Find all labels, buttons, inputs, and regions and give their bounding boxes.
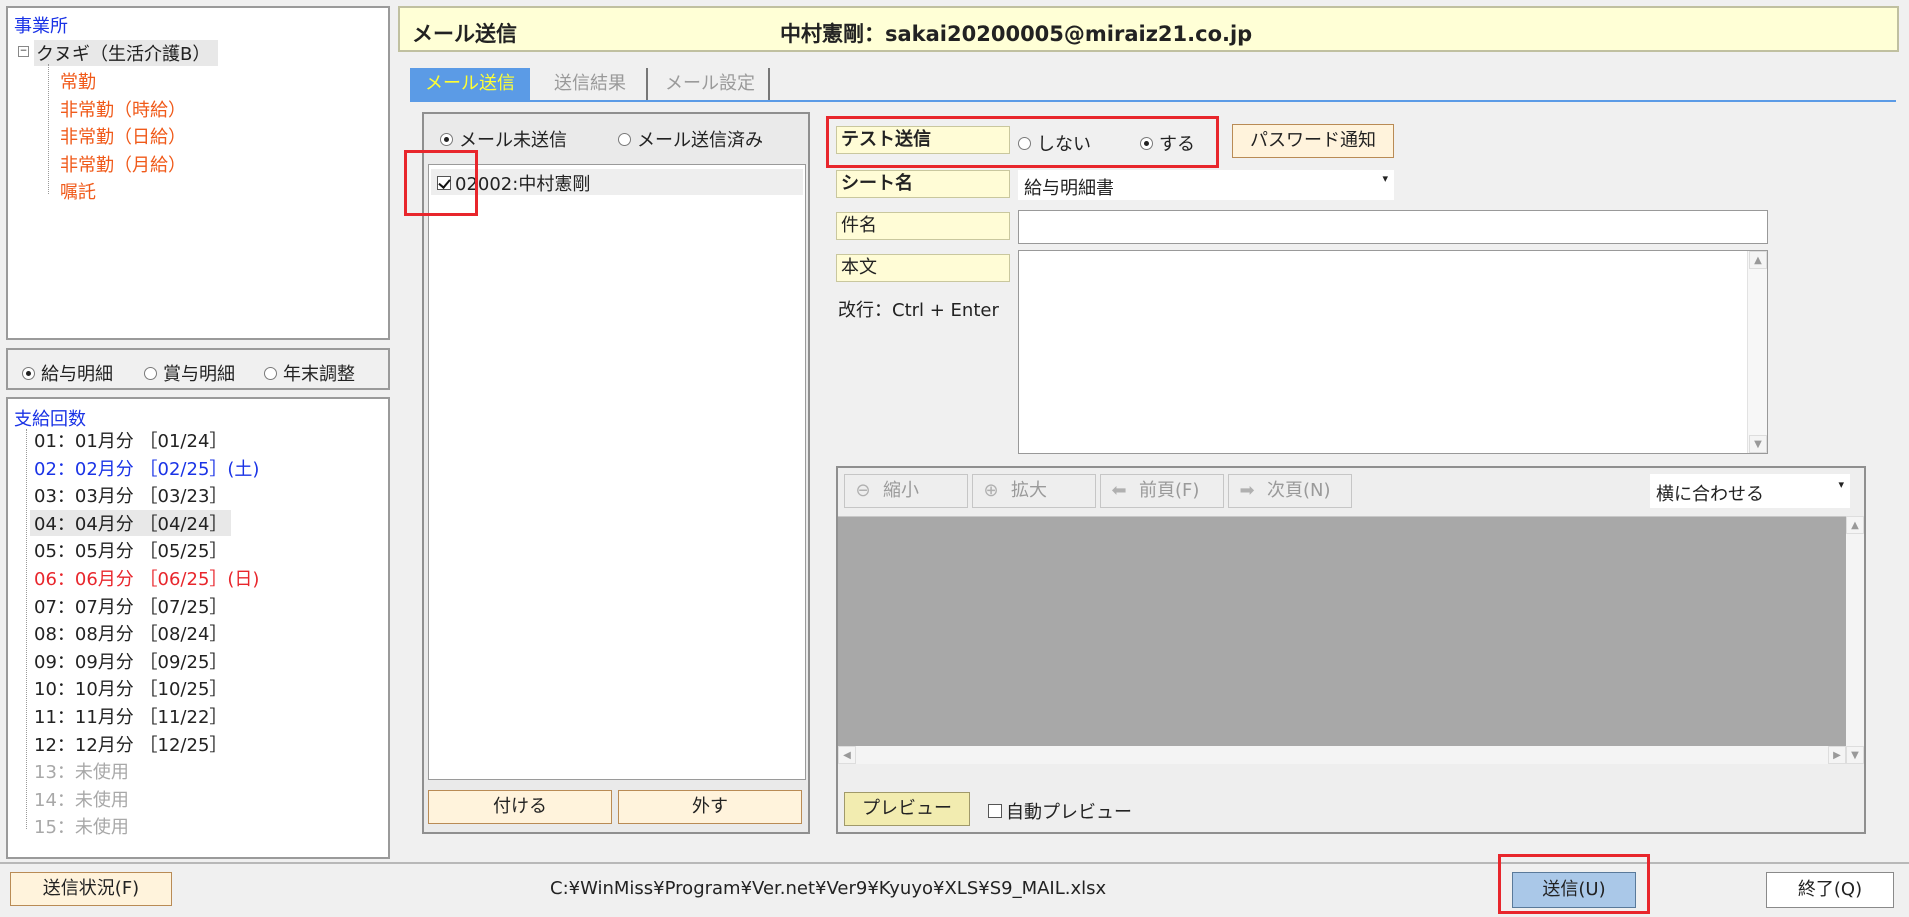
arrow-right-icon: ➡ [1239, 480, 1255, 501]
tree-item-hijokin-nikkyu[interactable]: 非常勤（日給） [60, 123, 186, 149]
pay-period-item[interactable]: 05：05月分 ［05/25］ [34, 537, 227, 563]
radio-off-icon [618, 132, 631, 146]
scroll-down-icon[interactable]: ▼ [1846, 746, 1864, 764]
office-tree-header: 事業所 [14, 16, 68, 37]
pay-period-item[interactable]: 09：09月分 ［09/25］ [34, 648, 227, 674]
scroll-left-icon[interactable]: ◀ [838, 746, 856, 764]
tab-mail-send[interactable]: メール送信 [410, 68, 530, 100]
scroll-up-icon[interactable]: ▲ [1846, 516, 1864, 534]
pay-period-item[interactable]: 04：04月分 ［04/24］ [30, 509, 232, 536]
exit-button[interactable]: 終了(Q) [1766, 872, 1894, 908]
tree-item-hijokin-gekkyu[interactable]: 非常勤（月給） [60, 151, 186, 177]
radio-shoyo[interactable]: 賞与明細 [144, 360, 235, 386]
send-highlight-box [1498, 854, 1650, 914]
tree-guide-line [48, 64, 49, 194]
header-bar: メール送信 中村憲剛：sakai20200005@miraiz21.co.jp [398, 6, 1899, 52]
tree-item-hijokin-jikyu[interactable]: 非常勤（時給） [60, 96, 186, 122]
radio-on-icon [440, 132, 453, 146]
pay-period-panel: 支給回数 01：01月分 ［01/24］ 02：02月分 ［02/25］(土) 03… [6, 397, 390, 859]
pay-period-item[interactable]: 03：03月分 ［03/23］ [34, 482, 227, 508]
pay-period-item[interactable]: 11：11月分 ［11/22］ [34, 703, 227, 729]
sheet-name-label: シート名 [836, 170, 1010, 198]
body-label: 本文 [836, 254, 1010, 282]
recipient-highlight-box [404, 150, 478, 216]
office-tree-root[interactable]: クヌギ（生活介護B） [34, 40, 219, 66]
file-path: C:¥WinMiss¥Program¥Ver.net¥Ver9¥Kyuyo¥XL… [550, 878, 1107, 899]
prev-page-button[interactable]: ⬅ 前頁(F) [1100, 474, 1224, 508]
password-notify-button[interactable]: パスワード通知 [1232, 124, 1394, 158]
dropdown-arrow-icon: ▾ [1382, 172, 1388, 185]
pay-period-item[interactable]: 07：07月分 ［07/25］ [34, 593, 227, 619]
page-title: メール送信 [412, 22, 517, 46]
pay-period-item[interactable]: 15：未使用 [34, 813, 129, 839]
pay-period-item[interactable]: 12：12月分 ［12/25］ [34, 731, 227, 757]
radio-on-icon [22, 366, 35, 380]
body-scrollbar[interactable]: ▲ ▼ [1747, 251, 1767, 453]
preview-canvas [838, 516, 1846, 746]
radio-nenmatsu[interactable]: 年末調整 [264, 360, 355, 386]
filter-unsent[interactable]: メール未送信 [440, 126, 567, 152]
pay-period-item[interactable]: 02：02月分 ［02/25］(土) [34, 455, 259, 481]
newline-hint: 改行：Ctrl + Enter [838, 300, 999, 321]
pay-period-item[interactable]: 10：10月分 ［10/25］ [34, 675, 227, 701]
attach-button[interactable]: 付ける [428, 790, 612, 824]
pay-period-item[interactable]: 14：未使用 [34, 786, 129, 812]
recipient-row[interactable]: 02002:中村憲剛 [431, 169, 803, 195]
office-tree-panel: 事業所 − クヌギ（生活介護B） 常勤 非常勤（時給） 非常勤（日給） 非常勤（… [6, 6, 390, 340]
fit-mode-select[interactable]: 横に合わせる ▾ [1650, 474, 1850, 508]
zoom-out-button[interactable]: ⊖ 縮小 [844, 474, 968, 508]
radio-kyuyo[interactable]: 給与明細 [22, 360, 113, 386]
arrow-left-icon: ⬅ [1111, 480, 1127, 501]
subject-input[interactable] [1018, 210, 1768, 244]
statement-type-group: 給与明細 賞与明細 年末調整 [6, 348, 390, 390]
pay-period-item[interactable]: 13：未使用 [34, 758, 129, 784]
body-textarea[interactable]: ▲ ▼ [1018, 250, 1768, 454]
dropdown-arrow-icon: ▾ [1838, 478, 1844, 491]
scroll-right-icon[interactable]: ▶ [1828, 746, 1846, 764]
test-send-highlight-box [826, 116, 1219, 168]
tab-strip-line [410, 100, 1896, 102]
detach-button[interactable]: 外す [618, 790, 802, 824]
send-status-button[interactable]: 送信状況(F) [10, 872, 172, 906]
sheet-name-select[interactable]: 給与明細書 ▾ [1018, 170, 1394, 200]
subject-label: 件名 [836, 212, 1010, 240]
checkbox-unchecked-icon [988, 804, 1002, 818]
tree-guide-line [26, 429, 27, 829]
tab-send-result[interactable]: 送信結果 [534, 68, 648, 100]
preview-panel: ⊖ 縮小 ⊕ 拡大 ⬅ 前頁(F) ➡ 次頁(N) 横に合わせる ▾ ▲ ▼ ◀ ▶ プ… [836, 466, 1866, 834]
pay-period-item[interactable]: 08：08月分 ［08/24］ [34, 620, 227, 646]
recipient-panel: メール未送信 メール送信済み 02002:中村憲剛 付ける 外す [422, 112, 810, 834]
preview-button[interactable]: プレビュー [844, 792, 970, 826]
radio-off-icon [144, 366, 157, 380]
auto-preview-checkbox[interactable]: 自動プレビュー [988, 798, 1132, 824]
preview-hscroll[interactable]: ◀ ▶ [838, 746, 1846, 764]
tree-item-shokutaku[interactable]: 嘱託 [60, 178, 96, 204]
next-page-button[interactable]: ➡ 次頁(N) [1228, 474, 1352, 508]
radio-off-icon [264, 366, 277, 380]
scroll-up-icon[interactable]: ▲ [1749, 251, 1767, 269]
filter-sent[interactable]: メール送信済み [618, 126, 763, 152]
zoom-in-icon: ⊕ [983, 480, 999, 501]
recipient-list: 02002:中村憲剛 [428, 164, 806, 780]
tree-collapse-icon[interactable]: − [18, 46, 29, 57]
pay-period-item[interactable]: 06：06月分 ［06/25］(日) [34, 565, 259, 591]
tab-mail-settings[interactable]: メール設定 [652, 68, 770, 100]
zoom-in-button[interactable]: ⊕ 拡大 [972, 474, 1096, 508]
zoom-out-icon: ⊖ [855, 480, 871, 501]
pay-period-item[interactable]: 01：01月分 ［01/24］ [34, 427, 227, 453]
tree-item-jokin[interactable]: 常勤 [60, 68, 96, 94]
preview-vscroll[interactable]: ▲ ▼ [1846, 516, 1864, 764]
scroll-down-icon[interactable]: ▼ [1749, 435, 1767, 453]
recipient-header: 中村憲剛：sakai20200005@miraiz21.co.jp [780, 22, 1253, 46]
